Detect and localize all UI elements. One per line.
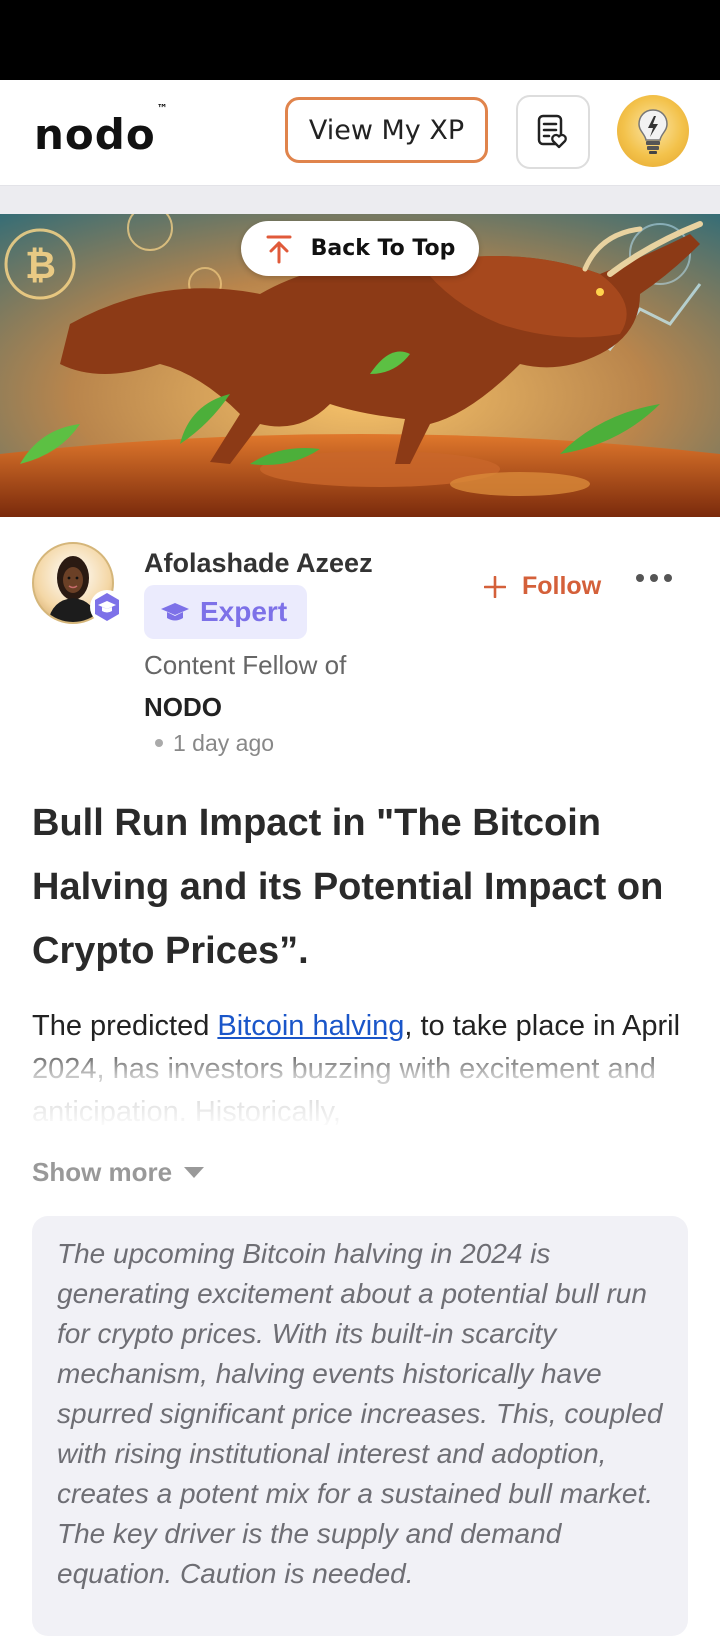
more-dot (636, 574, 644, 582)
more-dot (650, 574, 658, 582)
more-options-icon[interactable] (636, 574, 672, 582)
summary-text: The upcoming Bitcoin halving in 2024 is … (57, 1238, 663, 1589)
profile-avatar-button[interactable] (617, 95, 689, 167)
more-dot (664, 574, 672, 582)
caret-down-icon (184, 1166, 205, 1178)
post-time-label: 1 day ago (173, 730, 275, 756)
logo-trademark: ™ (156, 102, 169, 115)
bitcoin-halving-link[interactable]: Bitcoin halving (217, 1010, 404, 1042)
lightbulb-icon (638, 109, 668, 154)
logo-text: nodo (34, 110, 156, 159)
arrow-up-icon (266, 235, 292, 263)
document-heart-icon (537, 114, 567, 149)
back-to-top-label: Back To Top (310, 236, 456, 261)
intro-text-start: The predicted (32, 1010, 218, 1042)
author-name[interactable]: Afolashade Azeez (144, 548, 373, 579)
svg-text:₿: ₿ (25, 243, 56, 287)
view-my-xp-button[interactable]: View My XP (285, 97, 488, 163)
intro-fade-overlay (0, 1040, 720, 1130)
show-more-button[interactable]: Show more (32, 1157, 205, 1188)
graduation-cap-icon (161, 603, 189, 621)
graduation-hexagon-icon (95, 593, 119, 621)
follow-button[interactable]: Follow (484, 572, 601, 601)
article-title: Bull Run Impact in "The Bitcoin Halving … (32, 802, 664, 972)
plus-icon (484, 575, 506, 598)
bullet-dot (155, 738, 163, 747)
view-my-xp-label: View My XP (308, 114, 465, 146)
expert-badge-label: Expert (200, 596, 288, 627)
nodo-logo[interactable]: nodo™ (34, 102, 169, 159)
fellow-organization[interactable]: NODO (144, 692, 222, 723)
back-to-top-button[interactable]: Back To Top (241, 221, 479, 276)
content-fellow-text: Content Fellow of (144, 650, 347, 680)
expert-badge: Expert (144, 585, 307, 639)
saved-list-button[interactable] (516, 95, 590, 169)
header-divider-band (0, 186, 720, 214)
status-bar (0, 0, 720, 80)
expert-verified-badge (90, 590, 124, 624)
article-summary-box: The upcoming Bitcoin halving in 2024 is … (32, 1216, 688, 1636)
app-header: nodo™ View My XP (0, 80, 720, 186)
follow-label: Follow (522, 572, 602, 600)
post-timestamp: 1 day ago (155, 730, 274, 757)
show-more-label: Show more (32, 1157, 173, 1187)
